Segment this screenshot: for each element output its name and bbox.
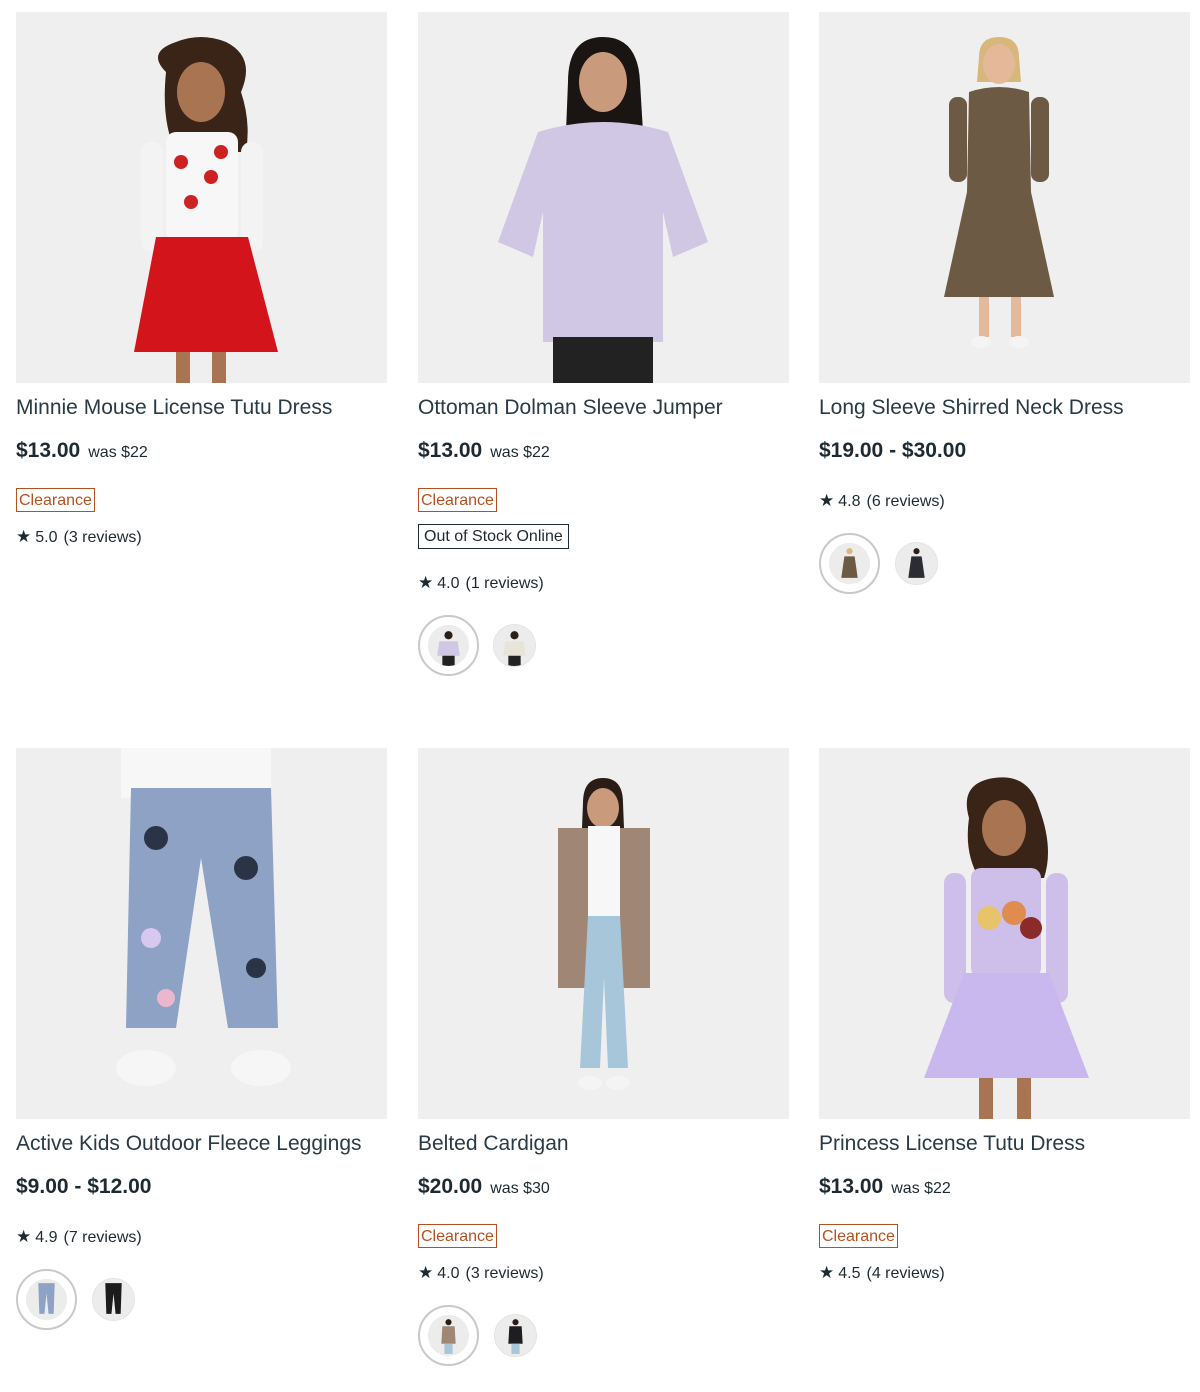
product-title[interactable]: Belted Cardigan [418,1132,569,1156]
rating-value: 4.9 [35,1229,58,1246]
review-count[interactable]: (3 reviews) [466,1265,544,1282]
star-icon: ★ [819,491,835,510]
product-image[interactable] [16,748,387,1119]
product-card[interactable]: Belted Cardigan $20.00 was $30 Clearance … [418,748,789,1378]
star-icon: ★ [16,1227,32,1246]
product-card[interactable]: Princess License Tutu Dress $13.00 was $2… [819,748,1190,1308]
current-price: $20.00 [418,1175,483,1198]
price: $9.00 - $12.00 [16,1175,151,1199]
product-card[interactable]: Long Sleeve Shirred Neck Dress $19.00 - … [819,12,1190,612]
star-icon: ★ [418,1263,434,1282]
star-icon: ★ [418,573,434,592]
current-price: $9.00 - $12.00 [16,1175,152,1198]
price: $13.00 was $22 [819,1175,951,1199]
was-price: was $22 [891,1180,951,1197]
clearance-badge: Clearance [418,1224,497,1248]
product-card[interactable]: Ottoman Dolman Sleeve Jumper $13.00 was $… [418,12,789,692]
product-title[interactable]: Ottoman Dolman Sleeve Jumper [418,396,723,420]
color-swatch-selected[interactable] [16,1269,77,1330]
rating: ★ 4.8 (6 reviews) [819,491,945,511]
product-image[interactable] [16,12,387,383]
product-image[interactable] [418,12,789,383]
product-card[interactable]: Minnie Mouse License Tutu Dress $13.00 wa… [16,12,387,572]
clearance-badge: Clearance [16,488,95,512]
color-swatch[interactable] [494,1314,537,1357]
rating-value: 4.5 [838,1265,861,1282]
rating: ★ 4.9 (7 reviews) [16,1227,142,1247]
out-of-stock-badge: Out of Stock Online [418,524,569,549]
price: $19.00 - $30.00 [819,439,966,463]
was-price: was $22 [88,444,148,461]
rating: ★ 4.0 (1 reviews) [418,573,544,593]
review-count[interactable]: (6 reviews) [867,493,945,510]
product-title[interactable]: Active Kids Outdoor Fleece Leggings [16,1132,362,1156]
rating-value: 5.0 [35,529,58,546]
star-icon: ★ [16,527,32,546]
product-image[interactable] [819,12,1190,383]
color-swatch[interactable] [895,542,938,585]
rating: ★ 4.0 (3 reviews) [418,1263,544,1283]
review-count[interactable]: (3 reviews) [64,529,142,546]
current-price: $13.00 [16,439,81,462]
rating-value: 4.0 [437,1265,460,1282]
price: $13.00 was $22 [418,439,550,463]
color-swatch-selected[interactable] [418,615,479,676]
review-count[interactable]: (1 reviews) [466,575,544,592]
rating-value: 4.0 [437,575,460,592]
price: $13.00 was $22 [16,439,148,463]
rating: ★ 5.0 (3 reviews) [16,527,142,547]
rating-value: 4.8 [838,493,861,510]
product-title[interactable]: Long Sleeve Shirred Neck Dress [819,396,1124,420]
current-price: $13.00 [418,439,483,462]
price: $20.00 was $30 [418,1175,550,1199]
was-price: was $22 [490,444,550,461]
product-image[interactable] [418,748,789,1119]
was-price: was $30 [490,1180,550,1197]
current-price: $19.00 - $30.00 [819,439,967,462]
product-title[interactable]: Minnie Mouse License Tutu Dress [16,396,332,420]
color-swatch[interactable] [92,1278,135,1321]
review-count[interactable]: (7 reviews) [64,1229,142,1246]
color-swatch[interactable] [493,624,536,667]
clearance-badge: Clearance [819,1224,898,1248]
star-icon: ★ [819,1263,835,1282]
color-swatch-selected[interactable] [418,1305,479,1366]
clearance-badge: Clearance [418,488,497,512]
product-title[interactable]: Princess License Tutu Dress [819,1132,1085,1156]
product-card[interactable]: Active Kids Outdoor Fleece Leggings $9.0… [16,748,387,1368]
current-price: $13.00 [819,1175,884,1198]
product-image[interactable] [819,748,1190,1119]
rating: ★ 4.5 (4 reviews) [819,1263,945,1283]
color-swatch-selected[interactable] [819,533,880,594]
review-count[interactable]: (4 reviews) [867,1265,945,1282]
